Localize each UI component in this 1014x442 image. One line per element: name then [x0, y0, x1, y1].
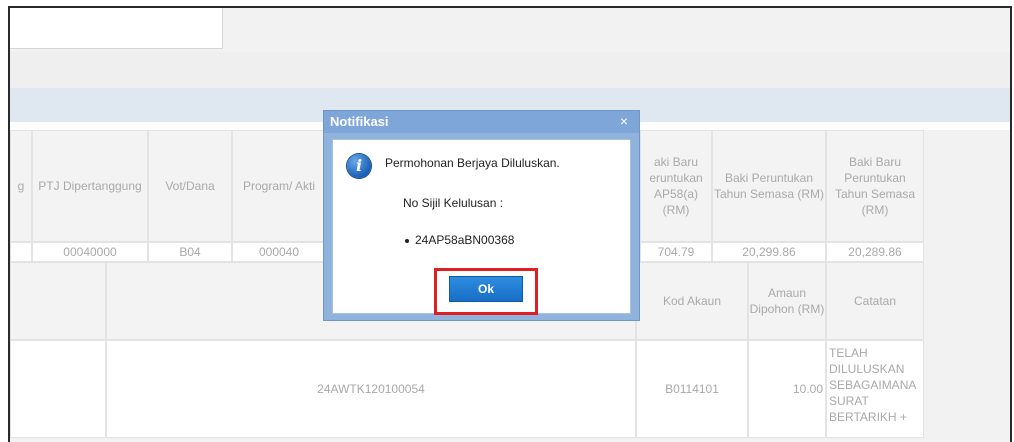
cell-baki-baru: 704.79 [640, 242, 712, 262]
cell-program: 000040 [232, 242, 326, 262]
serial-number: 24AP58aBN00368 [415, 233, 515, 247]
col-header-amaun: Amaun Dipohon (RM) [748, 262, 826, 340]
col-header-cut: g [10, 130, 32, 242]
col-header-baki-baru-tahun: Baki Baru Peruntukan Tahun Semasa (RM) [826, 130, 924, 242]
col-header-ptj: PTJ Dipertanggung [32, 130, 148, 242]
dialog-title: Notifikasi [324, 111, 639, 133]
col-header-catatan: Catatan [826, 262, 924, 340]
toolbar-area [10, 52, 1010, 88]
serial-item: 24AP58aBN00368 [405, 233, 514, 247]
info-icon: i [347, 154, 371, 178]
cell-amaun: 10.00 [748, 340, 826, 438]
cell-catatan: TELAH DILULUSKAN SEBAGAIMANA SURAT BERTA… [826, 340, 924, 438]
col-header-baki-baru: aki Baru eruntukan AP58(a) (RM) [640, 130, 712, 242]
cell-ptj: 00040000 [32, 242, 148, 262]
cell-reference: 24AWTK120100054 [106, 340, 636, 438]
cell-kod-akaun: B0114101 [636, 340, 748, 438]
close-icon[interactable]: × [617, 114, 631, 128]
cell-vot: B04 [148, 242, 232, 262]
col-header-baki-tahun: Baki Peruntukan Tahun Semasa (RM) [712, 130, 826, 242]
col-header-kod-akaun: Kod Akaun [636, 262, 748, 340]
col-header-program: Program/ Akti [232, 130, 326, 242]
dialog-message: Permohonan Berjaya Diluluskan. [385, 156, 560, 170]
ok-button[interactable]: Ok [449, 276, 523, 302]
col-header-vot: Vot/Dana [148, 130, 232, 242]
search-box[interactable] [10, 8, 223, 49]
serial-label: No Sijil Kelulusan : [403, 196, 504, 210]
cell-baki-tahun: 20,299.86 [712, 242, 826, 262]
cell-baki-baru-tahun: 20,289.86 [826, 242, 924, 262]
